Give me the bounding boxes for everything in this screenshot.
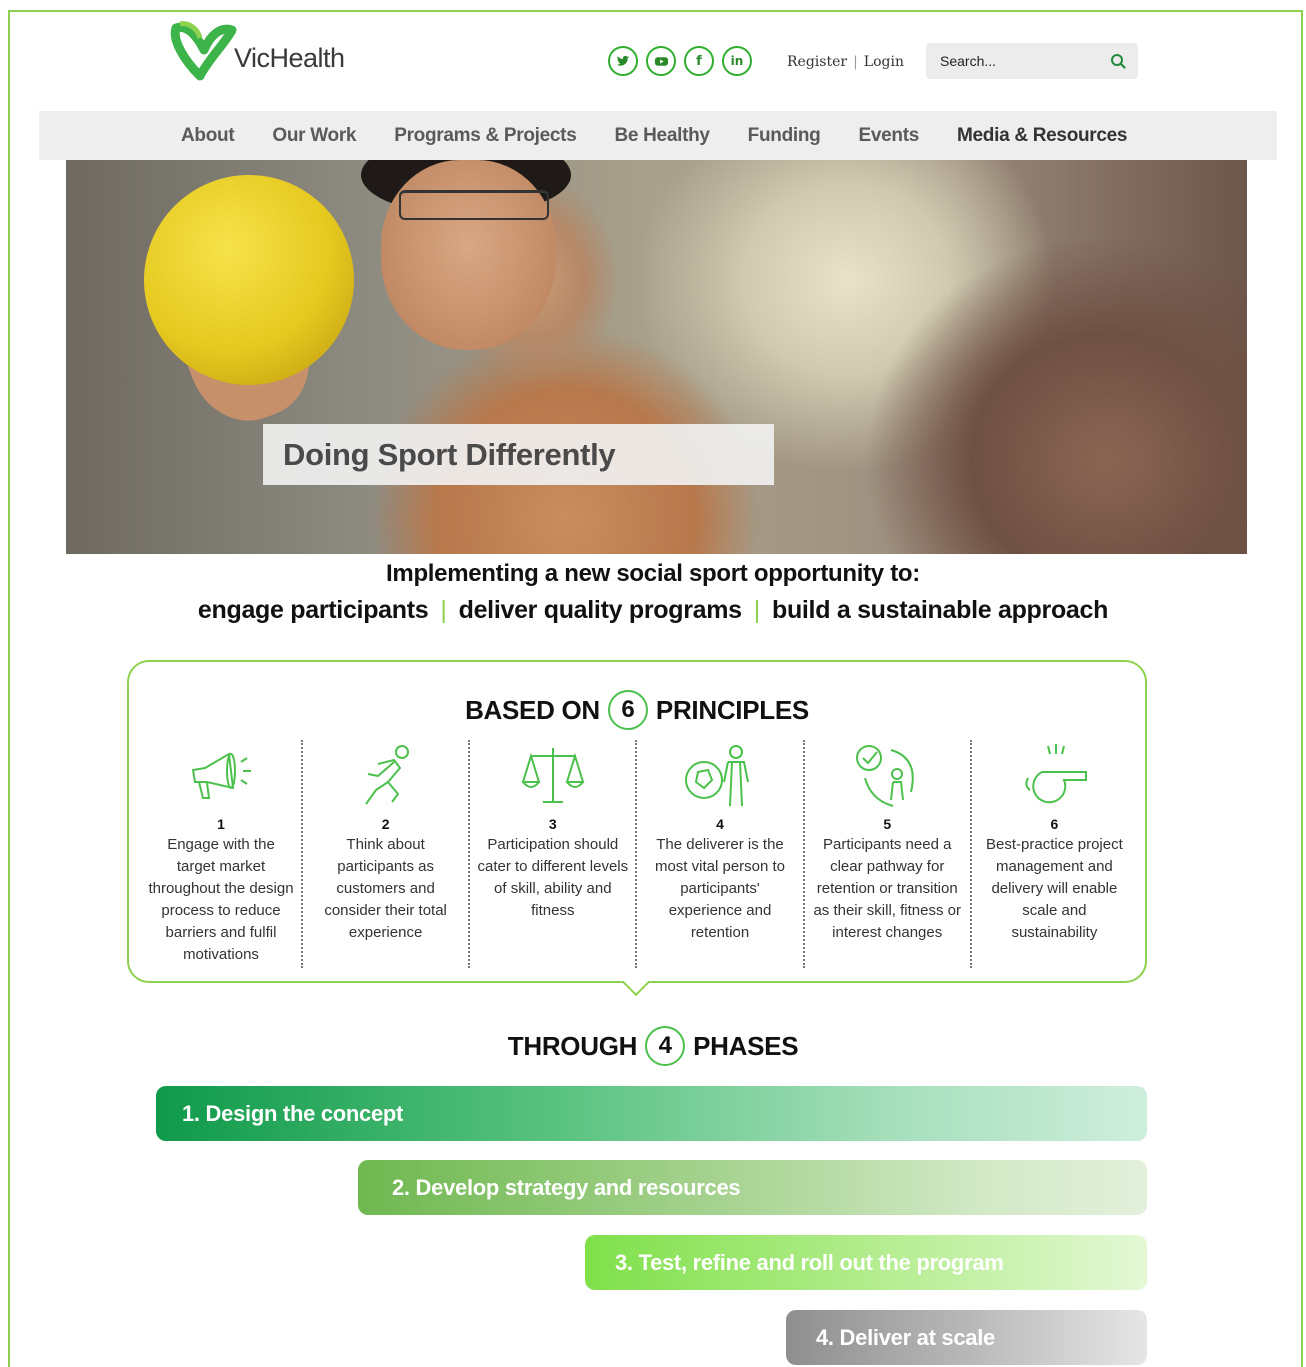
phases-count-badge: 4 xyxy=(645,1026,686,1066)
logo-text: VicHealth xyxy=(234,42,345,73)
principles-heading: BASED ON 6 PRINCIPLES xyxy=(129,690,1145,730)
pathway-icon xyxy=(856,745,914,807)
principle-text: Engage with the target market throughout… xyxy=(148,836,294,963)
principle-number: 1 xyxy=(217,816,225,832)
search-icon[interactable] xyxy=(1110,53,1126,69)
goal-engage: engage participants xyxy=(197,596,429,624)
hero-caption: Doing Sport Differently xyxy=(283,436,616,472)
tagline-goals: engage participants | deliver quality prog… xyxy=(0,596,1306,625)
ball-person-icon xyxy=(685,745,749,807)
phases-heading: THROUGH 4 PHASES xyxy=(0,1026,1306,1066)
facebook-glyph: f xyxy=(696,53,702,69)
linkedin-icon[interactable]: in xyxy=(722,46,752,76)
principle-number: 6 xyxy=(1050,816,1059,832)
vichealth-heart-icon xyxy=(170,21,237,81)
principle-text: The deliverer is the most vital person t… xyxy=(654,836,786,941)
nav-item-media-resources[interactable]: Media & Resources xyxy=(957,125,1127,147)
goal-deliver: deliver quality programs xyxy=(458,596,742,624)
principle-text: Participants need a clear pathway for re… xyxy=(813,836,961,941)
goal-separator: | xyxy=(753,596,761,624)
hero-image: Doing Sport Differently xyxy=(66,160,1247,554)
linkedin-glyph: in xyxy=(730,54,744,68)
search-input[interactable] xyxy=(940,53,1100,69)
scales-icon xyxy=(521,748,585,803)
auth-links: Register | Login xyxy=(787,54,904,70)
phases-heading-before: THROUGH xyxy=(507,1030,638,1061)
main-nav: About Our Work Programs & Projects Be He… xyxy=(39,111,1277,160)
register-link[interactable]: Register xyxy=(787,54,847,70)
phase-test-refine[interactable]: 3. Test, refine and roll out the program xyxy=(585,1235,1147,1290)
social-links: f in xyxy=(608,46,752,76)
principles-count-badge: 6 xyxy=(607,690,648,730)
phase-deliver-at-scale[interactable]: 4. Deliver at scale xyxy=(786,1310,1147,1365)
nav-item-funding[interactable]: Funding xyxy=(748,125,821,147)
principles-heading-before: BASED ON xyxy=(465,694,600,725)
search-box xyxy=(926,43,1138,79)
principles-list: 1 Engage with the target market througho… xyxy=(141,740,1137,968)
principle-item: 6 Best-practice project management and d… xyxy=(969,740,1137,968)
principle-item: 3 Participation should cater to differen… xyxy=(468,740,635,968)
goal-separator: | xyxy=(440,596,447,624)
youtube-icon[interactable] xyxy=(646,46,676,76)
principle-item: 1 Engage with the target market througho… xyxy=(141,740,301,968)
principle-item: 5 Participants need a clear pathway for … xyxy=(802,740,970,968)
principles-box: BASED ON 6 PRINCIPLES 1 Engage with the … xyxy=(127,660,1147,997)
auth-separator: | xyxy=(853,54,858,70)
whistle-icon xyxy=(1025,744,1088,804)
netball xyxy=(144,175,354,385)
principle-number: 5 xyxy=(883,816,892,832)
principle-number: 4 xyxy=(716,816,724,832)
principle-number: 3 xyxy=(548,816,557,832)
principles-heading-after: PRINCIPLES xyxy=(655,694,809,725)
hero-caption-box: Doing Sport Differently xyxy=(263,424,774,485)
megaphone-icon xyxy=(191,752,251,799)
nav-item-programs-projects[interactable]: Programs & Projects xyxy=(394,125,577,147)
phase-design-concept[interactable]: 1. Design the concept xyxy=(156,1086,1147,1141)
phases-heading-after: PHASES xyxy=(693,1030,799,1061)
facebook-icon[interactable]: f xyxy=(684,46,714,76)
nav-item-events[interactable]: Events xyxy=(859,125,920,147)
principle-item: 2 Think about participants as customers … xyxy=(301,740,468,968)
principle-text: Think about participants as customers an… xyxy=(324,836,447,941)
principle-text: Best-practice project management and del… xyxy=(986,836,1123,941)
hero-glasses xyxy=(399,190,549,220)
nav-item-our-work[interactable]: Our Work xyxy=(272,125,356,147)
vichealth-logo[interactable]: VicHealth xyxy=(170,20,345,82)
login-link[interactable]: Login xyxy=(864,54,904,70)
hero-face xyxy=(381,160,556,350)
principle-item: 4 The deliverer is the most vital person… xyxy=(635,740,802,968)
principle-number: 2 xyxy=(381,816,390,832)
twitter-icon[interactable] xyxy=(608,46,638,76)
nav-item-be-healthy[interactable]: Be Healthy xyxy=(614,125,710,147)
phase-develop-strategy[interactable]: 2. Develop strategy and resources xyxy=(358,1160,1147,1215)
runner-icon xyxy=(364,745,409,805)
goal-build: build a sustainable approach xyxy=(771,596,1109,624)
tagline-heading: Implementing a new social sport opportun… xyxy=(386,560,920,587)
principle-text: Participation should cater to different … xyxy=(477,836,629,919)
nav-item-about[interactable]: About xyxy=(181,125,235,147)
